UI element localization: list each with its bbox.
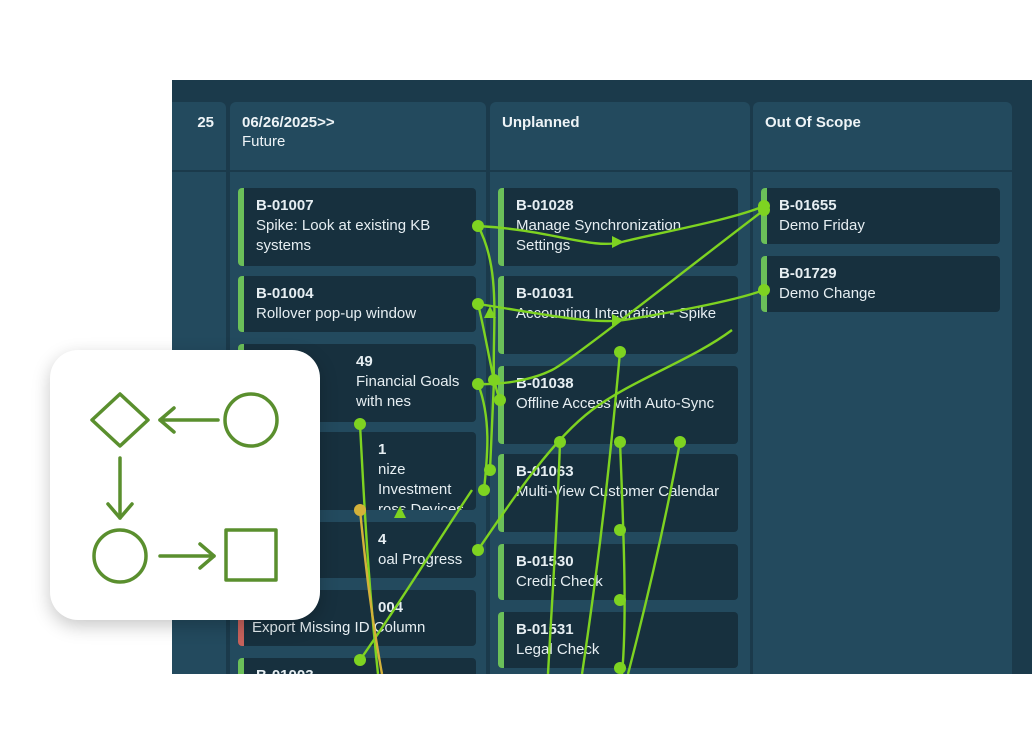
workflow-icon [90,392,279,584]
workflow-icon-card [50,350,320,620]
